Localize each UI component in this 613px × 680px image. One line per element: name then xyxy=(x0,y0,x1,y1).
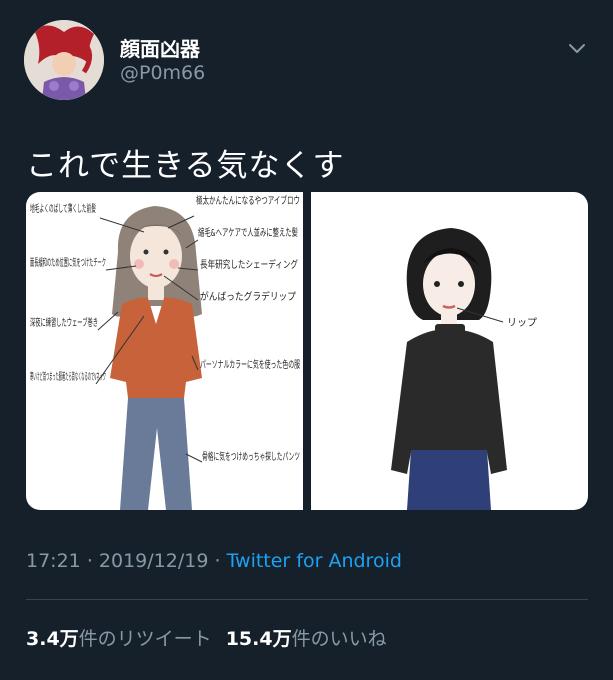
illustration-right-panel[interactable]: リップ xyxy=(311,192,588,510)
note-cheek: 面長緩和のため位置に気をつけたチーク xyxy=(30,256,106,269)
note-pants: 骨格に気をつけめっちゃ探したパンツ xyxy=(202,450,300,463)
tweet-date[interactable]: 2019/12/19 xyxy=(99,550,209,572)
natural-girl-illustration: リップ xyxy=(391,228,537,510)
note-bangs: 地毛よくのばして薄くした前髪 xyxy=(30,202,96,215)
avatar[interactable] xyxy=(24,20,104,100)
retweets-count: 3.4万 xyxy=(26,628,79,650)
note-color: パーソナルカラーに気を使った色の服 xyxy=(200,358,300,371)
tweet-text: これで生きる気なくす xyxy=(26,148,345,184)
made-up-girl-illustration: 地毛よくのばして薄くした前髪 面長緩和のため位置に気をつけたチーク 深夜に練習し… xyxy=(30,194,300,510)
note-hair: 縮毛&ヘアケアで人並みに整えた髪 xyxy=(198,226,298,239)
avatar-image xyxy=(24,20,104,100)
tweet-media[interactable]: 地毛よくのばして薄くした前髪 面長緩和のため位置に気をつけたチーク 深夜に練習し… xyxy=(26,192,588,510)
likes-stat[interactable]: 15.4万件のいいね xyxy=(226,628,387,650)
note-vneck: 寒いけど首つまった服着たら首なくなるのでVネック xyxy=(30,370,106,383)
tweet-time[interactable]: 17:21 xyxy=(26,550,81,572)
tweet-source-link[interactable]: Twitter for Android xyxy=(227,550,402,572)
note-lip: がんばったグラデリップ xyxy=(200,290,296,303)
display-name[interactable]: 顔面凶器 xyxy=(120,33,200,62)
likes-label: 件のいいね xyxy=(291,628,387,650)
note-wave: 深夜に練習したウェーブ巻き xyxy=(30,316,98,329)
note-eyebrow: 極太かんたんになるやつアイブロウ xyxy=(196,194,300,207)
likes-count: 15.4万 xyxy=(225,628,292,650)
tweet-meta: 17:21 · 2019/12/19 · Twitter for Android xyxy=(26,550,402,572)
divider xyxy=(26,599,588,600)
note-shading: 長年研究したシェーディング xyxy=(200,258,298,271)
tweet-stats: 3.4万件のリツイート 15.4万件のいいね xyxy=(26,624,387,651)
meta-separator: · xyxy=(214,550,221,572)
retweets-label: 件のリツイート xyxy=(78,628,212,650)
note-lip-right: リップ xyxy=(507,317,537,329)
meta-separator: · xyxy=(86,550,93,572)
illustration-left-panel[interactable]: 地毛よくのばして薄くした前髪 面長緩和のため位置に気をつけたチーク 深夜に練習し… xyxy=(26,192,303,510)
user-handle[interactable]: @P0m66 xyxy=(120,62,205,84)
retweets-stat[interactable]: 3.4万件のリツイート xyxy=(26,628,212,650)
chevron-down-icon[interactable] xyxy=(565,36,589,60)
